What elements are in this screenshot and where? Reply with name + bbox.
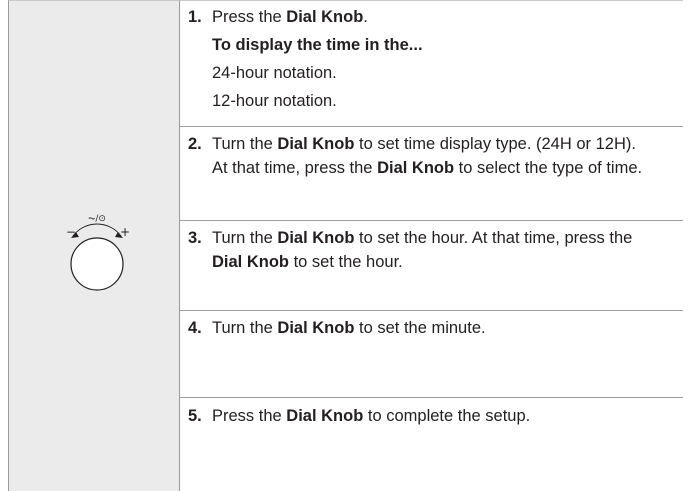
dial-minus-label: − bbox=[66, 225, 76, 239]
dial-knob-term: Dial Knob bbox=[277, 319, 355, 337]
dial-knob-icon: ⏦/⊙ − + bbox=[66, 214, 130, 291]
step-1: 1. Press the Dial Knob. To display the t… bbox=[180, 0, 683, 126]
subheading: To display the time in the... bbox=[212, 36, 423, 54]
step-number: 5. bbox=[188, 407, 202, 425]
step-number: 1. bbox=[188, 8, 202, 26]
option-24h: 24-hour notation. bbox=[212, 64, 337, 82]
step-number: 4. bbox=[188, 319, 202, 337]
step-3: 3. Turn the Dial Knob to set the hour. A… bbox=[180, 220, 683, 310]
step-number: 3. bbox=[188, 229, 202, 247]
step-2: 2. Turn the Dial Knob to set time displa… bbox=[180, 126, 683, 220]
dial-knob-term: Dial Knob bbox=[377, 159, 455, 177]
steps-column: 1. Press the Dial Knob. To display the t… bbox=[180, 0, 683, 491]
step-number: 2. bbox=[188, 135, 202, 153]
dial-knob-term: Dial Knob bbox=[212, 253, 289, 271]
dial-knob-term: Dial Knob bbox=[277, 135, 355, 153]
step-5: 5. Press the Dial Knob to complete the s… bbox=[180, 397, 683, 491]
dial-mode-label: ⏦/⊙ bbox=[88, 214, 106, 224]
dial-knob-term: Dial Knob bbox=[286, 8, 364, 26]
dial-knob-term: Dial Knob bbox=[277, 229, 355, 247]
dial-knob-term: Dial Knob bbox=[286, 407, 364, 425]
instruction-table: ⏦/⊙ − + 1. Press the Dial Knob. To displ… bbox=[8, 0, 683, 491]
dial-plus-label: + bbox=[120, 225, 130, 239]
option-12h: 12-hour notation. bbox=[212, 92, 337, 110]
step-4: 4. Turn the Dial Knob to set the minute. bbox=[180, 310, 683, 397]
illustration-cell: ⏦/⊙ − + bbox=[8, 0, 180, 491]
